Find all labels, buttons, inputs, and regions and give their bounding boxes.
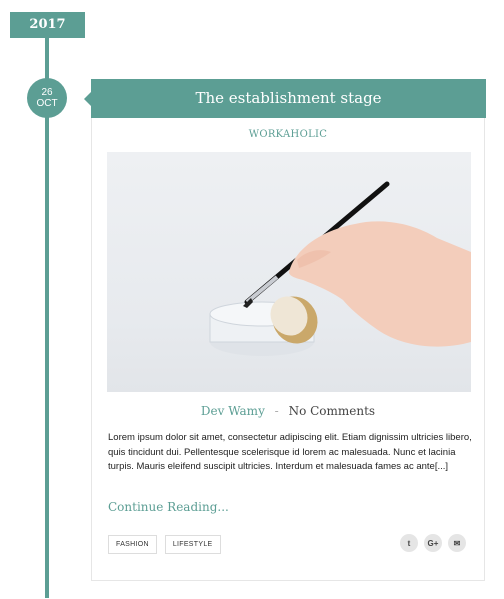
share-buttons: t G+ ✉ (400, 534, 466, 552)
post-excerpt: Lorem ipsum dolor sit amet, consectetur … (108, 432, 472, 473)
hand-brush-jar-image (209, 181, 471, 356)
post-comments[interactable]: No Comments (289, 404, 376, 418)
post-author[interactable]: Dev Wamy (201, 404, 265, 418)
post-card: The establishment stage WORKAHOLIC Dev W… (84, 79, 486, 581)
post-featured-image[interactable] (107, 152, 471, 392)
timeline-line (45, 38, 49, 598)
post-meta: Dev Wamy - No Comments (92, 404, 484, 418)
post-category[interactable]: WORKAHOLIC (92, 129, 484, 140)
google-plus-icon[interactable]: G+ (424, 534, 442, 552)
year-badge: 2017 (10, 12, 85, 38)
continue-reading-link[interactable]: Continue Reading... (108, 500, 229, 514)
post-tags: FASHION LIFESTYLE (108, 535, 221, 554)
tag-fashion[interactable]: FASHION (108, 535, 157, 554)
meta-separator: - (274, 404, 279, 418)
email-icon[interactable]: ✉ (448, 534, 466, 552)
date-month: OCT (36, 98, 58, 109)
post-date-badge: 26 OCT (27, 78, 67, 118)
tag-lifestyle[interactable]: LIFESTYLE (164, 535, 221, 554)
date-day: 26 (41, 87, 53, 98)
post-title[interactable]: The establishment stage (91, 79, 486, 118)
twitter-icon[interactable]: t (400, 534, 418, 552)
